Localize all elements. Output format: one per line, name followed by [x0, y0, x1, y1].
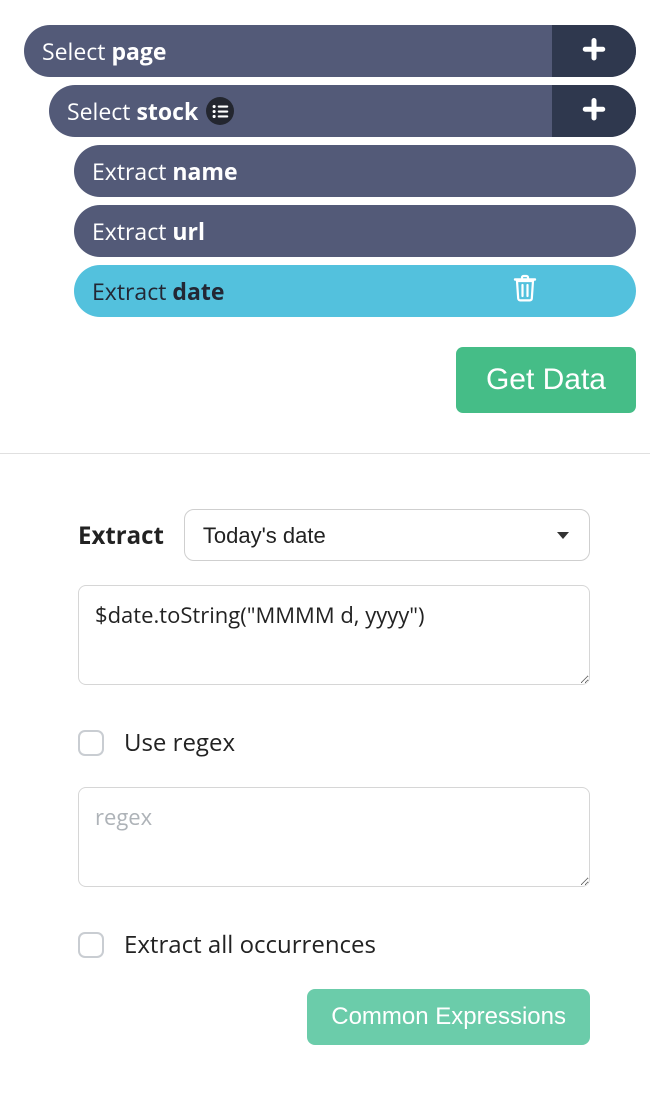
node-action: Extract — [92, 215, 166, 247]
extract-config: Extract Today's date Use regex Extract a… — [0, 454, 650, 1019]
regex-input[interactable] — [78, 787, 590, 887]
use-regex-label: Use regex — [124, 726, 235, 759]
node-select-page[interactable]: Select page — [24, 25, 636, 77]
node-target: stock — [136, 95, 198, 127]
node-target: name — [172, 155, 237, 187]
trash-icon — [512, 277, 538, 309]
plus-icon — [579, 33, 609, 70]
node-extract-date[interactable]: Extract date — [74, 265, 636, 317]
use-regex-checkbox[interactable] — [78, 730, 104, 756]
expression-input[interactable] — [78, 585, 590, 685]
node-extract-url[interactable]: Extract url — [74, 205, 636, 257]
extract-type-select[interactable]: Today's date — [184, 509, 590, 561]
extract-all-checkbox[interactable] — [78, 932, 104, 958]
node-action: Select — [42, 35, 105, 67]
node-target: page — [111, 35, 166, 67]
get-data-button[interactable]: Get Data — [456, 347, 636, 413]
node-action: Extract — [92, 155, 166, 187]
node-extract-name[interactable]: Extract name — [74, 145, 636, 197]
add-child-button[interactable] — [552, 85, 636, 137]
extract-type-select-input[interactable]: Today's date — [184, 509, 590, 561]
actions-tree: Select page Select stock Extract name — [0, 0, 650, 454]
common-expressions-button[interactable]: Common Expressions — [307, 989, 590, 1045]
delete-button[interactable] — [512, 274, 538, 309]
extract-label: Extract — [78, 519, 164, 552]
list-icon — [206, 97, 234, 125]
node-action: Select — [67, 95, 130, 127]
node-target: date — [172, 275, 224, 307]
node-select-stock[interactable]: Select stock — [49, 85, 636, 137]
node-target: url — [172, 215, 205, 247]
node-action: Extract — [92, 275, 166, 307]
plus-icon — [579, 93, 609, 130]
extract-all-label: Extract all occurrences — [124, 928, 376, 961]
add-child-button[interactable] — [552, 25, 636, 77]
